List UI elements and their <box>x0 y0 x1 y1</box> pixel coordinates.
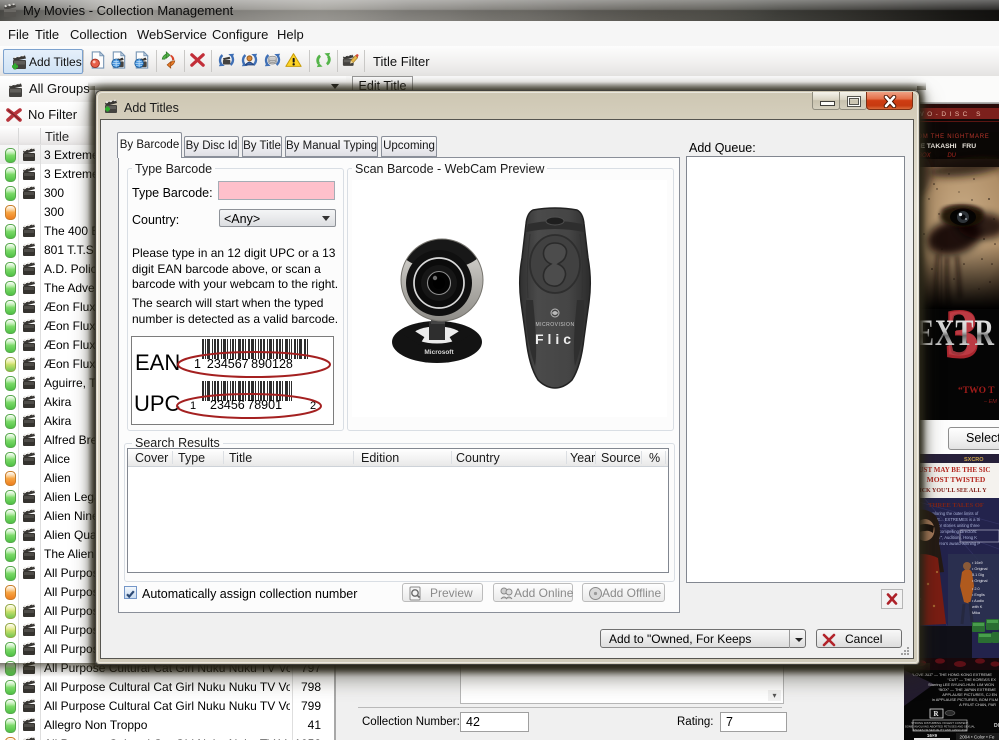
svg-text:• Original: • Original <box>972 579 988 583</box>
svg-text:IMAGES OF SEXUALITY AND LANGUA: IMAGES OF SEXUALITY AND LANGUAGE <box>913 728 968 732</box>
svg-text:LICK YOU’LL SEE ALL Y: LICK YOU’LL SEE ALL Y <box>915 488 987 494</box>
svg-text:UPC: UPC <box>134 391 181 416</box>
svg-text:• 2.0: • 2.0 <box>972 587 980 591</box>
svg-text:• Englis: • Englis <box>972 593 985 597</box>
svg-text:EXTR: EXTR <box>916 313 995 354</box>
svg-text:THREE TALES OF: THREE TALES OF <box>928 502 984 509</box>
svg-text:MOST TWISTED: MOST TWISTED <box>927 475 986 484</box>
svg-text:with K: with K <box>972 605 983 609</box>
svg-text:Mika: Mika <box>972 611 981 615</box>
svg-text:16×9: 16×9 <box>927 733 938 738</box>
svg-text:– EM: – EM <box>983 399 997 405</box>
svg-text:“TWO T: “TWO T <box>958 385 995 396</box>
svg-text:Flic: Flic <box>535 331 575 347</box>
svg-text:MICROVISION: MICROVISION <box>535 322 574 328</box>
svg-text:SXCRO: SXCRO <box>964 457 984 463</box>
svg-text:Exploring the outer limits of: Exploring the outer limits of <box>928 511 979 516</box>
svg-text:Microsoft: Microsoft <box>424 349 454 356</box>
svg-text:• Original: • Original <box>972 567 988 571</box>
svg-text:2004 • Color • Fe: 2004 • Color • Fe <box>960 735 995 740</box>
svg-text:1: 1 <box>190 400 196 412</box>
svg-text:23456 78901: 23456 78901 <box>210 398 282 412</box>
svg-text:DO: DO <box>994 723 999 729</box>
svg-text:1 234567 890128: 1 234567 890128 <box>194 357 293 371</box>
svg-text:A FRUIT CHAN, PAR: A FRUIT CHAN, PAR <box>959 702 996 707</box>
svg-text:EAN: EAN <box>135 350 180 375</box>
svg-text:• Audio: • Audio <box>972 599 984 603</box>
svg-text:• 16x9: • 16x9 <box>972 561 983 565</box>
svg-text:5.1 Dig: 5.1 Dig <box>972 573 984 577</box>
